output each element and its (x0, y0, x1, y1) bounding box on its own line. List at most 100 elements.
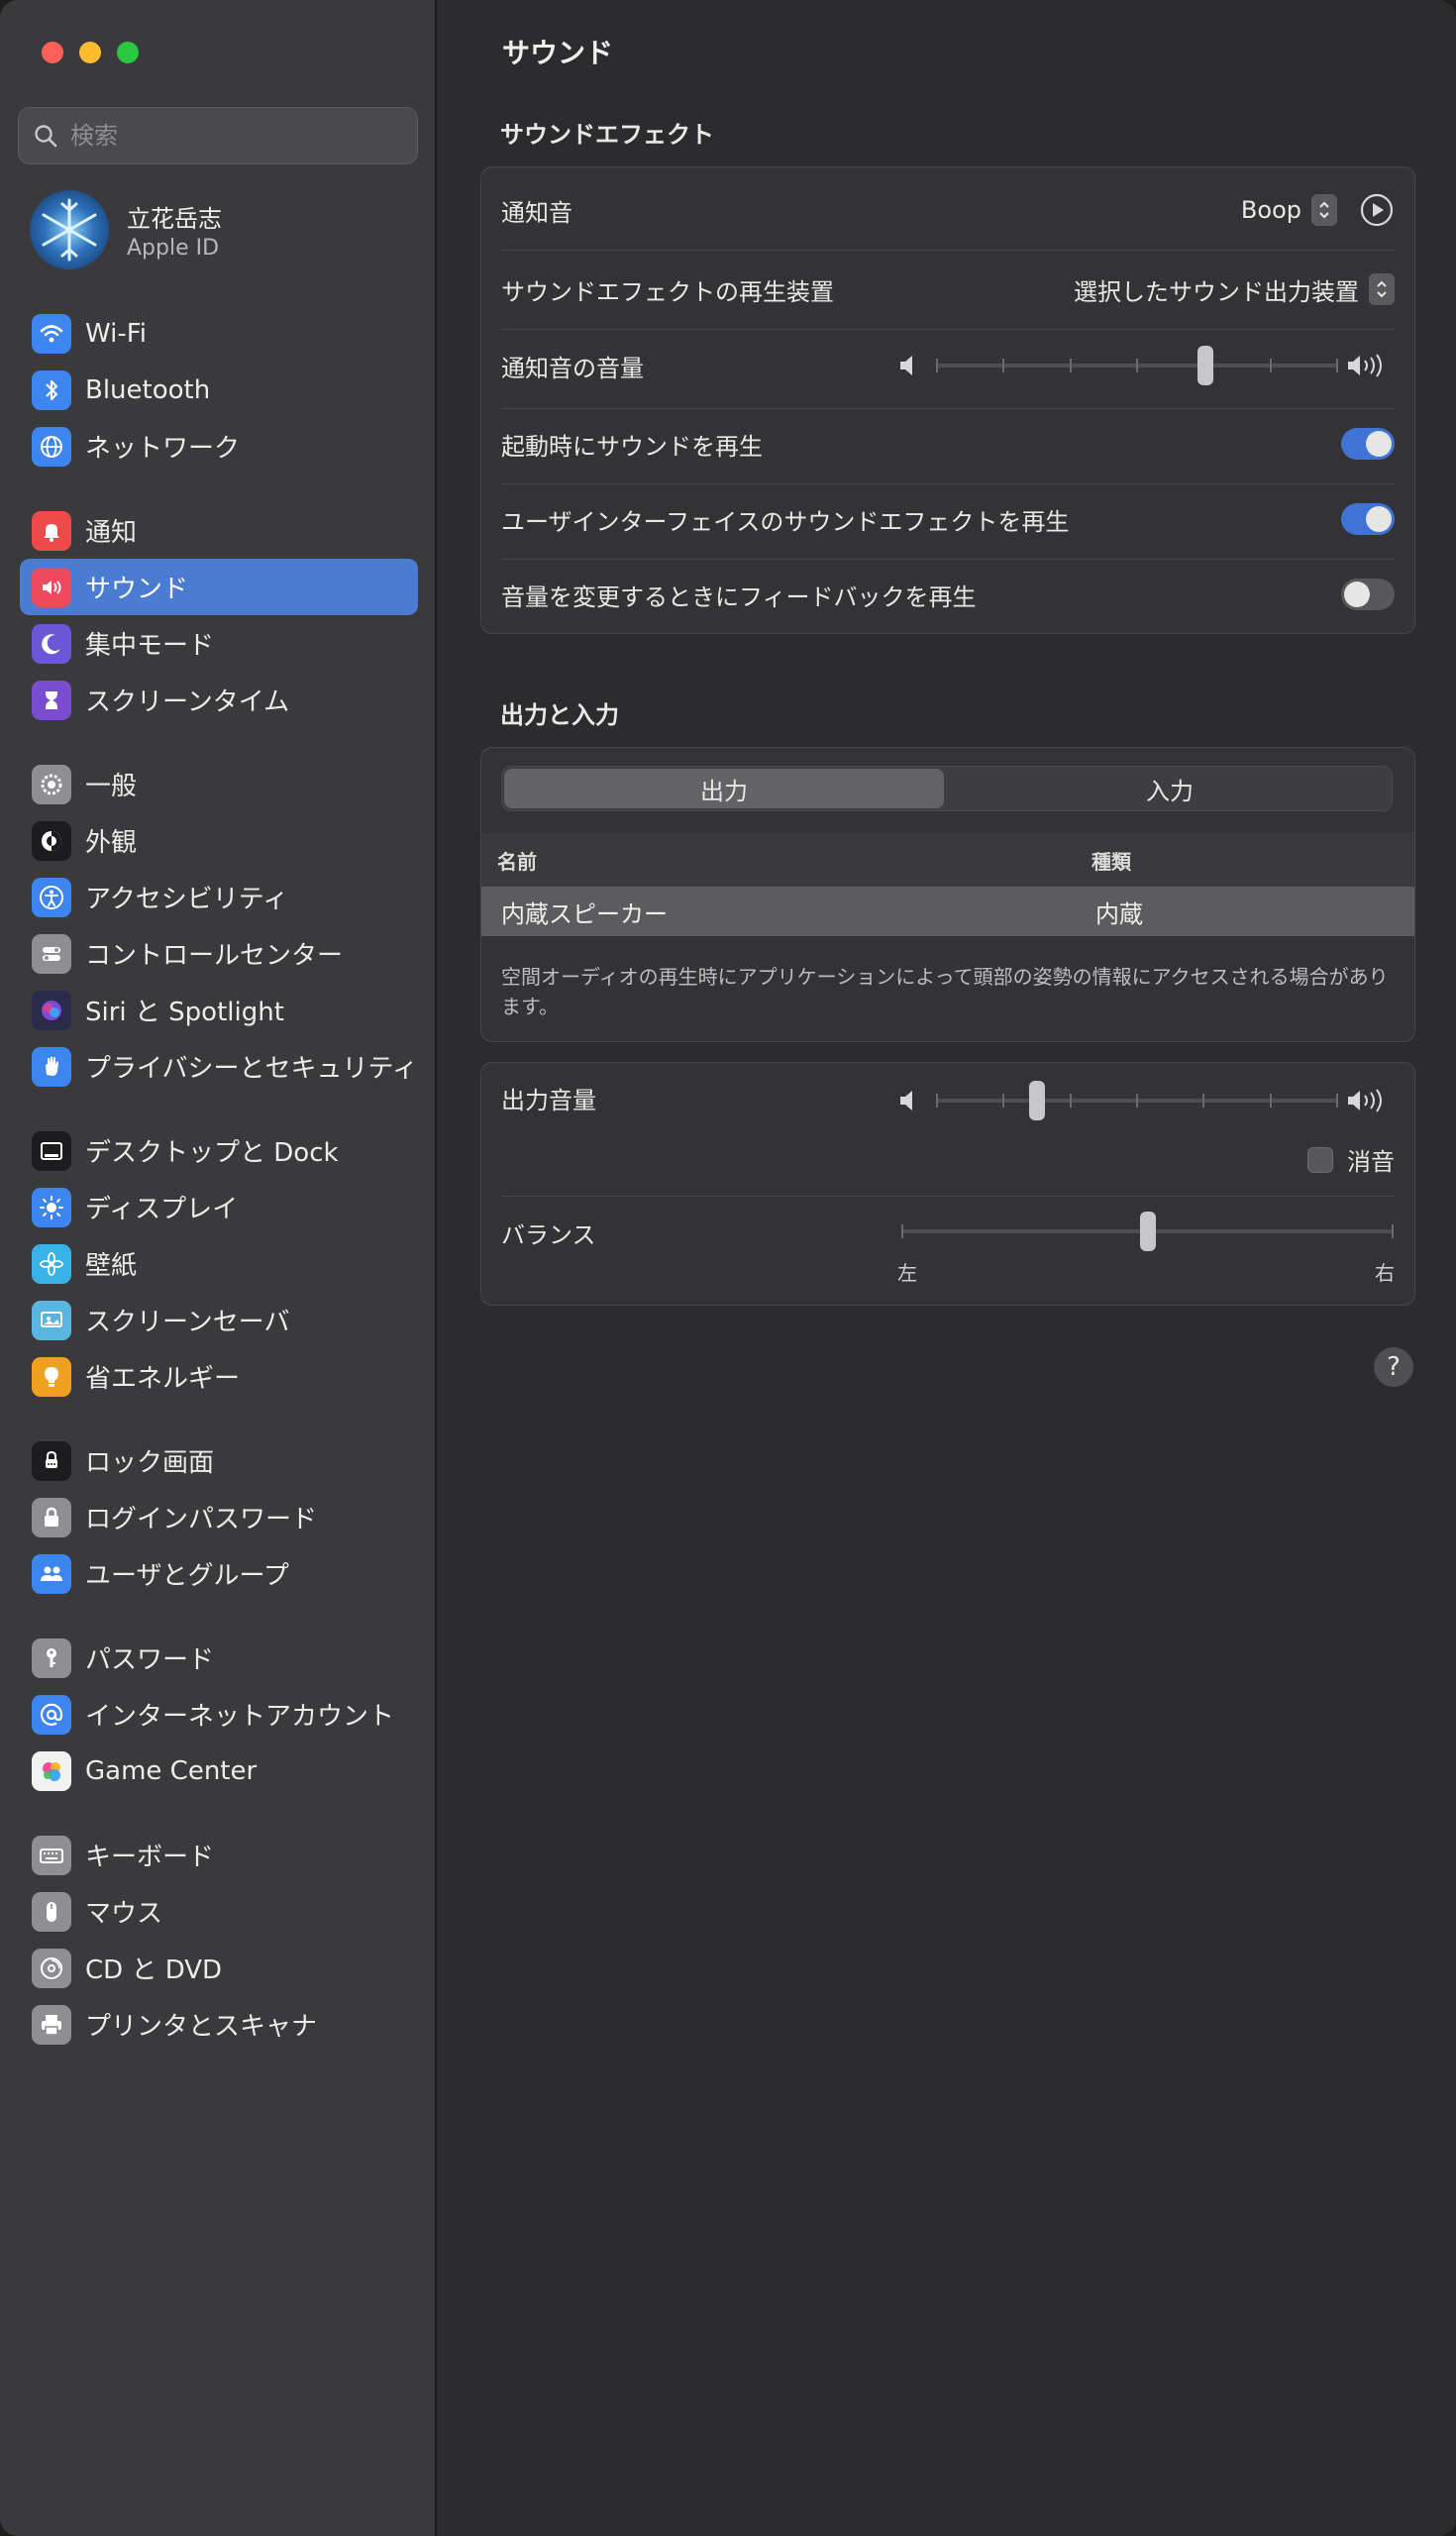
at-icon (32, 1694, 71, 1735)
ui-sound-label: ユーザインターフェイスのサウンドエフェクトを再生 (501, 507, 1070, 536)
feedback-toggle[interactable] (1341, 579, 1395, 610)
sidebar-item-label: サウンド (85, 575, 189, 604)
spatial-audio-note: 空間オーディオの再生時にアプリケーションによって頭部の姿勢の情報にアクセスされる… (501, 965, 1389, 1018)
account-name: 立花岳志 (127, 205, 222, 233)
sidebar-item-hourglass[interactable]: スクリーンタイム (20, 672, 418, 728)
tab-input[interactable]: 入力 (950, 769, 1390, 808)
device-name: 内蔵スピーカー (501, 899, 668, 928)
alert-volume-slider[interactable] (897, 346, 1393, 385)
sidebar-item-at[interactable]: インターネットアカウント (20, 1686, 418, 1743)
effects-device-popup[interactable]: 選択したサウンド出力装置 (1074, 272, 1395, 307)
sidebar-item-speaker[interactable]: サウンド (20, 559, 418, 615)
apple-id-account[interactable]: 立花岳志 Apple ID (30, 190, 222, 269)
slider-thumb[interactable] (1029, 1081, 1045, 1120)
page-title: サウンド (502, 37, 614, 69)
keyboard-icon (32, 1835, 71, 1875)
sidebar-item-mouse[interactable]: マウス (20, 1883, 418, 1940)
balance-slider[interactable] (901, 1212, 1394, 1251)
slider-tick (1002, 1094, 1005, 1108)
bell-icon (32, 510, 71, 551)
output-input-heading: 出力と入力 (500, 701, 619, 729)
sidebar-item-users[interactable]: ユーザとグループ (20, 1545, 418, 1602)
zoom-button[interactable] (117, 42, 139, 63)
search-input[interactable] (68, 121, 389, 151)
sidebar-item-flower[interactable]: 壁紙 (20, 1235, 418, 1292)
mute-checkbox[interactable] (1307, 1146, 1333, 1173)
table-row[interactable]: 内蔵スピーカー 内蔵 (481, 887, 1414, 936)
output-volume-slider[interactable] (897, 1081, 1393, 1120)
minimize-button[interactable] (79, 42, 101, 63)
help-button[interactable]: ? (1374, 1347, 1413, 1387)
sidebar-item-keyboard[interactable]: キーボード (20, 1827, 418, 1883)
sidebar-item-disc[interactable]: CD と DVD (20, 1940, 418, 1996)
sidebar-item-label: ロック画面 (85, 1448, 215, 1478)
sidebar-item-label: 集中モード (85, 631, 215, 661)
alert-sound-popup[interactable]: Boop (1241, 194, 1337, 226)
moon-icon (32, 623, 71, 664)
sidebar-item-globe[interactable]: ネットワーク (20, 418, 418, 475)
toggles-icon (32, 933, 71, 974)
sidebar-item-gear[interactable]: 一般 (20, 756, 418, 812)
search-icon (35, 125, 57, 148)
sidebar-item-lock-screen[interactable]: ロック画面 (20, 1432, 418, 1489)
sidebar-item-appearance[interactable]: 外観 (20, 812, 418, 869)
sidebar-item-dock[interactable]: デスクトップと Dock (20, 1122, 418, 1179)
key-icon (32, 1638, 71, 1678)
slider-thumb[interactable] (1196, 346, 1213, 385)
sound-effects-heading: サウンドエフェクト (500, 121, 714, 149)
sidebar-item-bell[interactable]: 通知 (20, 502, 418, 559)
printer-icon (32, 2004, 71, 2045)
nav-section-gap (20, 1602, 418, 1630)
sidebar-item-key[interactable]: パスワード (20, 1630, 418, 1686)
alert-sound-value: Boop (1240, 196, 1301, 224)
sidebar-item-label: インターネットアカウント (85, 1702, 395, 1732)
volume-high-icon (1345, 352, 1393, 383)
search-field[interactable] (18, 107, 418, 164)
sidebar-item-toggles[interactable]: コントロールセンター (20, 925, 418, 982)
sidebar-item-moon[interactable]: 集中モード (20, 615, 418, 672)
sidebar-item-lock[interactable]: ログインパスワード (20, 1489, 418, 1545)
close-button[interactable] (42, 42, 63, 63)
sidebar-item-screensaver[interactable]: スクリーンセーバ (20, 1292, 418, 1348)
slider-thumb[interactable] (1139, 1212, 1156, 1251)
sidebar-item-label: CD と DVD (85, 1955, 223, 1985)
column-type[interactable]: 種類 (1092, 846, 1131, 875)
lock-icon (32, 1497, 71, 1537)
main-pane: サウンド サウンドエフェクト 通知音 Boop サウンドエフェクトの再生装置 選… (439, 0, 1456, 2536)
sidebar-item-bluetooth[interactable]: Bluetooth (20, 362, 418, 418)
play-icon[interactable] (1359, 192, 1395, 228)
sidebar-item-label: 省エネルギー (85, 1364, 241, 1394)
sidebar-item-bulb[interactable]: 省エネルギー (20, 1348, 418, 1405)
sidebar-item-label: Wi-Fi (85, 318, 148, 349)
sidebar-item-label: デスクトップと Dock (85, 1138, 339, 1168)
sidebar-item-game-center[interactable]: Game Center (20, 1743, 418, 1799)
sidebar-item-accessibility[interactable]: アクセシビリティ (20, 869, 418, 925)
sidebar-item-label: マウス (85, 1899, 163, 1929)
sidebar-item-hand[interactable]: プライバシーとセキュリティ (20, 1038, 418, 1095)
sidebar-nav: Wi-Fi Bluetooth ネットワーク 通知サウンド集中モードスクリーンタイム一… (20, 305, 418, 2053)
nav-section-gap (20, 1095, 418, 1122)
sidebar-item-sun[interactable]: ディスプレイ (20, 1179, 418, 1235)
effects-device-value: 選択したサウンド出力装置 (1074, 277, 1359, 306)
sidebar-item-label: ユーザとグループ (85, 1561, 289, 1591)
nav-section-gap (20, 728, 418, 756)
sidebar-item-siri[interactable]: Siri と Spotlight (20, 982, 418, 1038)
disc-icon (32, 1948, 71, 1988)
ui-sound-toggle[interactable] (1341, 503, 1395, 535)
sidebar-item-label: パスワード (85, 1645, 215, 1675)
output-input-group: 出力 入力 名前 種類 内蔵スピーカー 内蔵 空間オーディオの再生時にアプリケー… (480, 747, 1415, 1042)
sidebar-item-printer[interactable]: プリンタとスキャナ (20, 1996, 418, 2053)
column-name[interactable]: 名前 (497, 846, 537, 875)
sidebar-item-label: プリンタとスキャナ (85, 2012, 318, 2042)
nav-section-gap (20, 475, 418, 502)
nav-section-gap (20, 1799, 418, 1827)
tab-output[interactable]: 出力 (504, 769, 944, 808)
siri-icon (32, 990, 71, 1030)
sidebar-item-label: プライバシーとセキュリティ (85, 1054, 418, 1084)
divider (501, 408, 1395, 409)
startup-sound-row: 起動時にサウンドを再生 (501, 419, 1395, 469)
device-type: 内蔵 (1095, 899, 1143, 928)
output-input-segmented: 出力 入力 (501, 766, 1393, 811)
sidebar-item-wifi[interactable]: Wi-Fi (20, 305, 418, 362)
startup-sound-toggle[interactable] (1341, 428, 1395, 460)
